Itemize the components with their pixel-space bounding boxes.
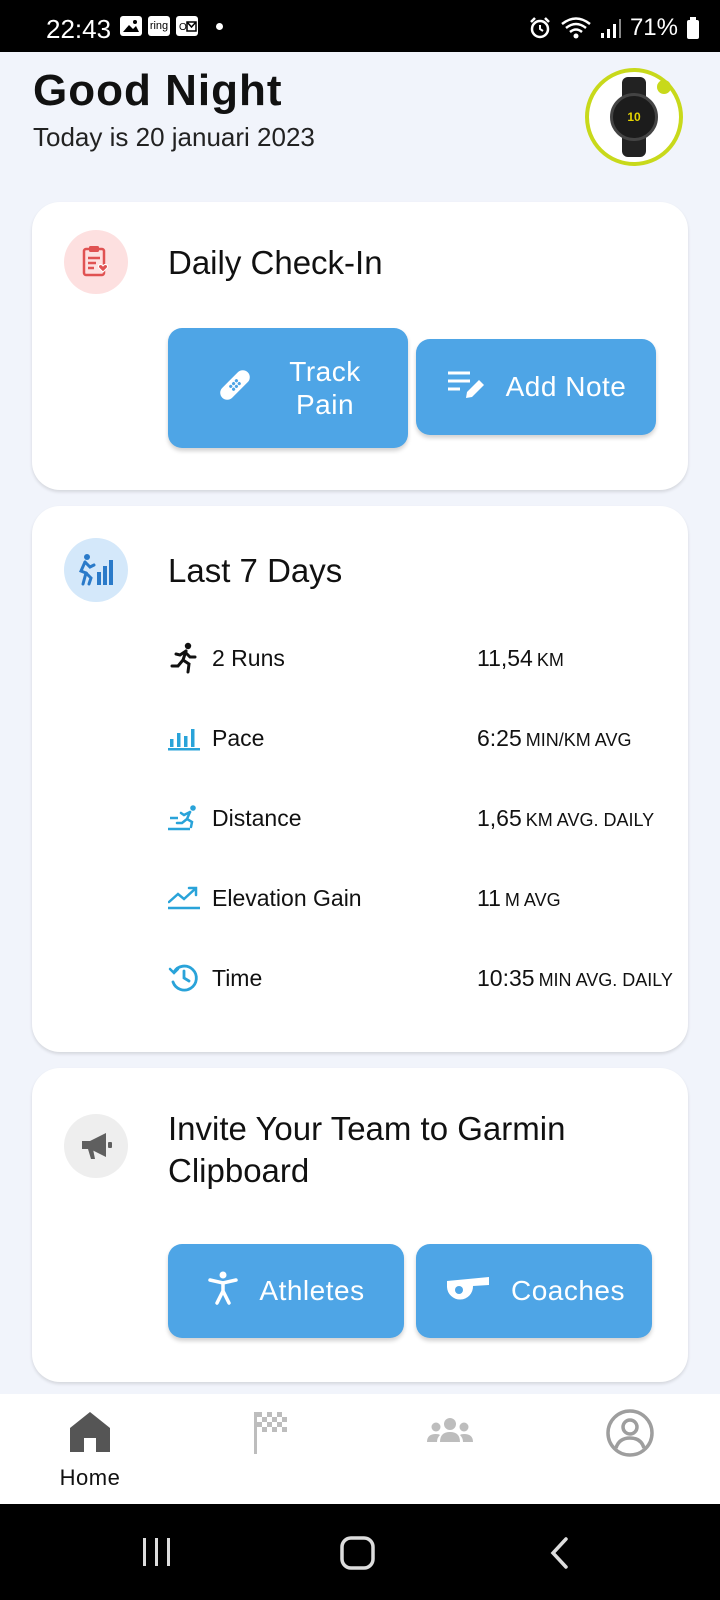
date-subtitle: Today is 20 januari 2023 (33, 122, 315, 152)
trend-up-icon (168, 882, 200, 914)
sprint-icon (168, 802, 200, 834)
invite-team-card: Invite Your Team to Garmin Clipboard Ath… (32, 1068, 688, 1382)
runner-stats-icon (64, 538, 128, 602)
add-note-label: Add Note (505, 371, 627, 402)
stat-row-pace: Pace 6:25 MIN/KM AVG (168, 718, 688, 758)
stat-row-runs: 2 Runs 11,54 KM (168, 638, 688, 678)
battery-percent: 71% (629, 14, 678, 41)
stat-value: 11,54 KM (477, 644, 564, 671)
stat-value: 10:35 MIN AVG. DAILY (477, 964, 673, 991)
stat-value: 1,65 KM AVG. DAILY (477, 804, 655, 831)
outlook-icon: O (176, 16, 198, 36)
athlete-icon (207, 1271, 239, 1312)
track-pain-label-line2: Pain (295, 389, 355, 420)
nav-profile[interactable] (570, 1408, 690, 1496)
megaphone-icon (64, 1114, 128, 1178)
daily-checkin-title: Daily Check-In (168, 244, 383, 281)
account-circle-icon (605, 1408, 655, 1463)
last-7-days-card: Last 7 Days 2 Runs 11,54 KM Pace 6:25 MI… (32, 506, 688, 1052)
nav-team[interactable] (390, 1408, 510, 1496)
battery-icon (686, 16, 700, 40)
track-pain-label-line1: Track (289, 356, 361, 387)
invite-coaches-button[interactable]: Coaches (416, 1244, 652, 1338)
status-time: 22:43 (46, 14, 112, 44)
nav-home[interactable]: Home (30, 1408, 150, 1496)
home-system-icon[interactable] (340, 1536, 376, 1575)
status-right: 71% (528, 14, 700, 42)
clipboard-heart-icon (64, 230, 128, 294)
stat-label: 2 Runs (212, 644, 285, 671)
back-icon[interactable] (548, 1536, 572, 1575)
gallery-icon (120, 16, 142, 36)
stat-label: Time (212, 964, 263, 991)
edit-note-icon (446, 366, 486, 409)
last-7-days-title: Last 7 Days (168, 552, 343, 589)
coaches-label: Coaches (510, 1275, 625, 1306)
watch-icon: 10 (608, 77, 660, 157)
stat-value: 6:25 MIN/KM AVG (477, 724, 632, 751)
wifi-icon (560, 16, 592, 40)
stat-row-distance: Distance 1,65 KM AVG. DAILY (168, 798, 688, 838)
recent-apps-icon[interactable] (140, 1536, 174, 1573)
run-icon (168, 642, 200, 674)
daily-checkin-card: Daily Check-In Track Pain Add Note (32, 202, 688, 490)
stat-label: Pace (212, 724, 265, 751)
system-navigation-bar (0, 1504, 720, 1600)
bottom-navigation: Home (0, 1394, 720, 1504)
stat-row-elevation: Elevation Gain 11 M AVG (168, 878, 688, 918)
bar-chart-icon (168, 722, 200, 754)
group-icon (424, 1408, 476, 1461)
nav-home-label: Home (59, 1465, 121, 1490)
device-avatar[interactable]: 10 (585, 68, 683, 166)
more-notifications-dot (216, 22, 223, 30)
athletes-label: Athletes (259, 1275, 365, 1306)
alarm-icon (528, 16, 552, 40)
notification-icons: ring O (120, 16, 223, 36)
device-status-dot (657, 80, 671, 94)
status-bar: 22:43 ring O 71% (0, 0, 720, 52)
nav-races[interactable] (210, 1408, 330, 1496)
track-pain-button[interactable]: Track Pain (168, 328, 408, 448)
stat-label: Distance (212, 804, 302, 831)
signal-icon (600, 17, 622, 39)
stat-row-time: Time 10:35 MIN AVG. DAILY (168, 958, 688, 998)
home-icon (66, 1408, 114, 1461)
ring-icon: ring (148, 16, 170, 36)
stat-value: 11 M AVG (477, 884, 561, 911)
invite-athletes-button[interactable]: Athletes (168, 1244, 404, 1338)
whistle-icon (443, 1273, 491, 1310)
stat-label: Elevation Gain (212, 884, 362, 911)
greeting-title: Good Night (33, 66, 283, 115)
svg-text:O: O (179, 22, 187, 33)
checkered-flag-icon (250, 1408, 290, 1461)
invite-title: Invite Your Team to Garmin Clipboard (168, 1110, 566, 1189)
add-note-button[interactable]: Add Note (416, 339, 656, 435)
history-icon (168, 962, 200, 994)
bandage-icon (215, 365, 255, 412)
